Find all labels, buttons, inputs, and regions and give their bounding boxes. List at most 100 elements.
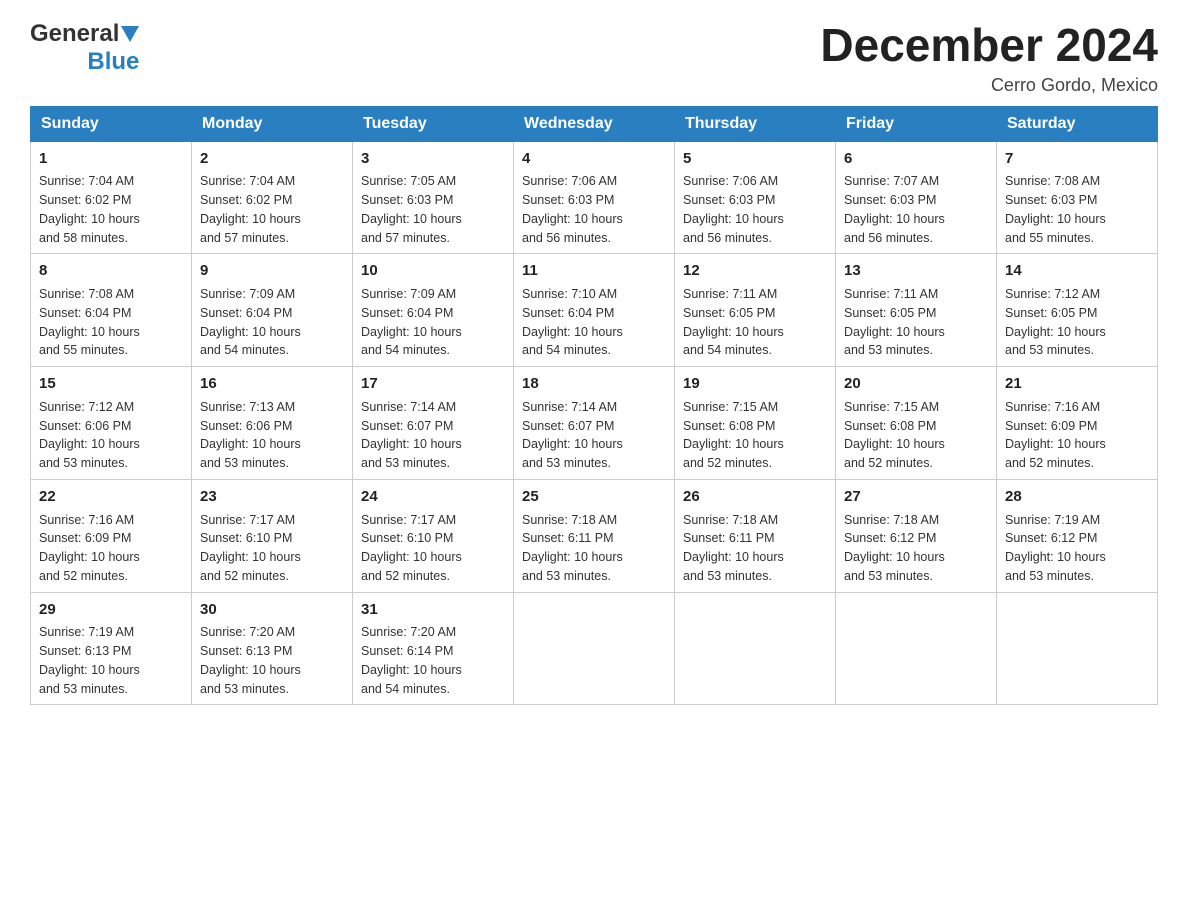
calendar-cell: 5Sunrise: 7:06 AMSunset: 6:03 PMDaylight…	[675, 141, 836, 254]
day-number: 9	[200, 260, 344, 282]
calendar-cell: 1Sunrise: 7:04 AMSunset: 6:02 PMDaylight…	[31, 141, 192, 254]
calendar-header-tuesday: Tuesday	[353, 106, 514, 141]
day-number: 18	[522, 373, 666, 395]
day-info: Sunrise: 7:12 AMSunset: 6:06 PMDaylight:…	[39, 398, 183, 473]
day-info: Sunrise: 7:14 AMSunset: 6:07 PMDaylight:…	[361, 398, 505, 473]
day-number: 31	[361, 599, 505, 621]
day-info: Sunrise: 7:11 AMSunset: 6:05 PMDaylight:…	[844, 285, 988, 360]
location: Cerro Gordo, Mexico	[820, 75, 1158, 96]
day-number: 3	[361, 148, 505, 170]
calendar-cell: 19 Sunrise: 7:15 AMSunset: 6:08 PMDayligh…	[675, 367, 836, 480]
logo-line1: General	[30, 20, 139, 48]
day-info: Sunrise: 7:12 AMSunset: 6:05 PMDaylight:…	[1005, 285, 1149, 360]
calendar-week-2: 8 Sunrise: 7:08 AMSunset: 6:04 PMDaylight…	[31, 254, 1158, 367]
calendar-cell: 2Sunrise: 7:04 AMSunset: 6:02 PMDaylight…	[192, 141, 353, 254]
calendar-cell: 4Sunrise: 7:06 AMSunset: 6:03 PMDaylight…	[514, 141, 675, 254]
day-number: 11	[522, 260, 666, 282]
day-number: 17	[361, 373, 505, 395]
calendar-header-sunday: Sunday	[31, 106, 192, 141]
calendar-cell: 8 Sunrise: 7:08 AMSunset: 6:04 PMDaylight…	[31, 254, 192, 367]
day-info: Sunrise: 7:19 AMSunset: 6:13 PMDaylight:…	[39, 623, 183, 698]
calendar-cell: 16 Sunrise: 7:13 AMSunset: 6:06 PMDayligh…	[192, 367, 353, 480]
day-number: 21	[1005, 373, 1149, 395]
title-block: December 2024 Cerro Gordo, Mexico	[820, 20, 1158, 96]
day-info: Sunrise: 7:17 AMSunset: 6:10 PMDaylight:…	[361, 511, 505, 586]
day-number: 19	[683, 373, 827, 395]
logo-triangle-icon	[121, 26, 139, 42]
calendar-cell: 23Sunrise: 7:17 AMSunset: 6:10 PMDayligh…	[192, 479, 353, 592]
calendar-cell: 18 Sunrise: 7:14 AMSunset: 6:07 PMDayligh…	[514, 367, 675, 480]
day-number: 4	[522, 148, 666, 170]
day-number: 13	[844, 260, 988, 282]
day-info: Sunrise: 7:08 AMSunset: 6:03 PMDaylight:…	[1005, 172, 1149, 247]
calendar-cell: 9 Sunrise: 7:09 AMSunset: 6:04 PMDaylight…	[192, 254, 353, 367]
calendar-header-saturday: Saturday	[997, 106, 1158, 141]
day-info: Sunrise: 7:11 AMSunset: 6:05 PMDaylight:…	[683, 285, 827, 360]
day-info: Sunrise: 7:16 AMSunset: 6:09 PMDaylight:…	[39, 511, 183, 586]
logo-line2: Blue	[30, 48, 139, 76]
calendar-cell	[514, 592, 675, 705]
day-number: 22	[39, 486, 183, 508]
calendar-week-1: 1Sunrise: 7:04 AMSunset: 6:02 PMDaylight…	[31, 141, 1158, 254]
calendar-cell: 25 Sunrise: 7:18 AMSunset: 6:11 PMDayligh…	[514, 479, 675, 592]
day-info: Sunrise: 7:20 AMSunset: 6:13 PMDaylight:…	[200, 623, 344, 698]
day-info: Sunrise: 7:09 AMSunset: 6:04 PMDaylight:…	[200, 285, 344, 360]
calendar-cell: 31Sunrise: 7:20 AMSunset: 6:14 PMDayligh…	[353, 592, 514, 705]
day-number: 20	[844, 373, 988, 395]
day-number: 14	[1005, 260, 1149, 282]
calendar-cell: 6Sunrise: 7:07 AMSunset: 6:03 PMDaylight…	[836, 141, 997, 254]
day-number: 5	[683, 148, 827, 170]
calendar-cell: 3Sunrise: 7:05 AMSunset: 6:03 PMDaylight…	[353, 141, 514, 254]
day-info: Sunrise: 7:13 AMSunset: 6:06 PMDaylight:…	[200, 398, 344, 473]
calendar-header-row: SundayMondayTuesdayWednesdayThursdayFrid…	[31, 106, 1158, 141]
day-number: 28	[1005, 486, 1149, 508]
calendar-header-wednesday: Wednesday	[514, 106, 675, 141]
month-title: December 2024	[820, 20, 1158, 71]
calendar-cell: 10Sunrise: 7:09 AMSunset: 6:04 PMDayligh…	[353, 254, 514, 367]
day-info: Sunrise: 7:04 AMSunset: 6:02 PMDaylight:…	[200, 172, 344, 247]
calendar-cell: 13 Sunrise: 7:11 AMSunset: 6:05 PMDayligh…	[836, 254, 997, 367]
day-number: 2	[200, 148, 344, 170]
day-info: Sunrise: 7:06 AMSunset: 6:03 PMDaylight:…	[683, 172, 827, 247]
calendar-header-monday: Monday	[192, 106, 353, 141]
day-info: Sunrise: 7:04 AMSunset: 6:02 PMDaylight:…	[39, 172, 183, 247]
calendar-cell: 26Sunrise: 7:18 AMSunset: 6:11 PMDayligh…	[675, 479, 836, 592]
day-info: Sunrise: 7:19 AMSunset: 6:12 PMDaylight:…	[1005, 511, 1149, 586]
day-number: 7	[1005, 148, 1149, 170]
day-info: Sunrise: 7:05 AMSunset: 6:03 PMDaylight:…	[361, 172, 505, 247]
calendar-cell: 27 Sunrise: 7:18 AMSunset: 6:12 PMDayligh…	[836, 479, 997, 592]
calendar-week-4: 22 Sunrise: 7:16 AMSunset: 6:09 PMDayligh…	[31, 479, 1158, 592]
day-number: 26	[683, 486, 827, 508]
calendar-cell	[675, 592, 836, 705]
calendar-cell: 11 Sunrise: 7:10 AMSunset: 6:04 PMDayligh…	[514, 254, 675, 367]
calendar-cell: 30Sunrise: 7:20 AMSunset: 6:13 PMDayligh…	[192, 592, 353, 705]
calendar-header-friday: Friday	[836, 106, 997, 141]
day-info: Sunrise: 7:10 AMSunset: 6:04 PMDaylight:…	[522, 285, 666, 360]
day-number: 16	[200, 373, 344, 395]
calendar-cell: 24 Sunrise: 7:17 AMSunset: 6:10 PMDayligh…	[353, 479, 514, 592]
day-number: 24	[361, 486, 505, 508]
calendar-week-5: 29Sunrise: 7:19 AMSunset: 6:13 PMDayligh…	[31, 592, 1158, 705]
calendar-cell: 7Sunrise: 7:08 AMSunset: 6:03 PMDaylight…	[997, 141, 1158, 254]
day-number: 8	[39, 260, 183, 282]
day-number: 23	[200, 486, 344, 508]
calendar-cell: 12Sunrise: 7:11 AMSunset: 6:05 PMDayligh…	[675, 254, 836, 367]
calendar-cell: 14 Sunrise: 7:12 AMSunset: 6:05 PMDayligh…	[997, 254, 1158, 367]
day-info: Sunrise: 7:07 AMSunset: 6:03 PMDaylight:…	[844, 172, 988, 247]
calendar-week-3: 15Sunrise: 7:12 AMSunset: 6:06 PMDayligh…	[31, 367, 1158, 480]
day-number: 25	[522, 486, 666, 508]
day-info: Sunrise: 7:14 AMSunset: 6:07 PMDaylight:…	[522, 398, 666, 473]
logo: General Blue	[30, 20, 139, 76]
calendar-cell: 29Sunrise: 7:19 AMSunset: 6:13 PMDayligh…	[31, 592, 192, 705]
day-number: 27	[844, 486, 988, 508]
day-info: Sunrise: 7:06 AMSunset: 6:03 PMDaylight:…	[522, 172, 666, 247]
logo-general-text: General	[30, 20, 119, 48]
page-header: General Blue December 2024 Cerro Gordo, …	[30, 20, 1158, 96]
day-info: Sunrise: 7:18 AMSunset: 6:12 PMDaylight:…	[844, 511, 988, 586]
day-info: Sunrise: 7:15 AMSunset: 6:08 PMDaylight:…	[683, 398, 827, 473]
calendar-cell	[997, 592, 1158, 705]
day-info: Sunrise: 7:18 AMSunset: 6:11 PMDaylight:…	[522, 511, 666, 586]
day-number: 10	[361, 260, 505, 282]
day-number: 6	[844, 148, 988, 170]
day-info: Sunrise: 7:08 AMSunset: 6:04 PMDaylight:…	[39, 285, 183, 360]
